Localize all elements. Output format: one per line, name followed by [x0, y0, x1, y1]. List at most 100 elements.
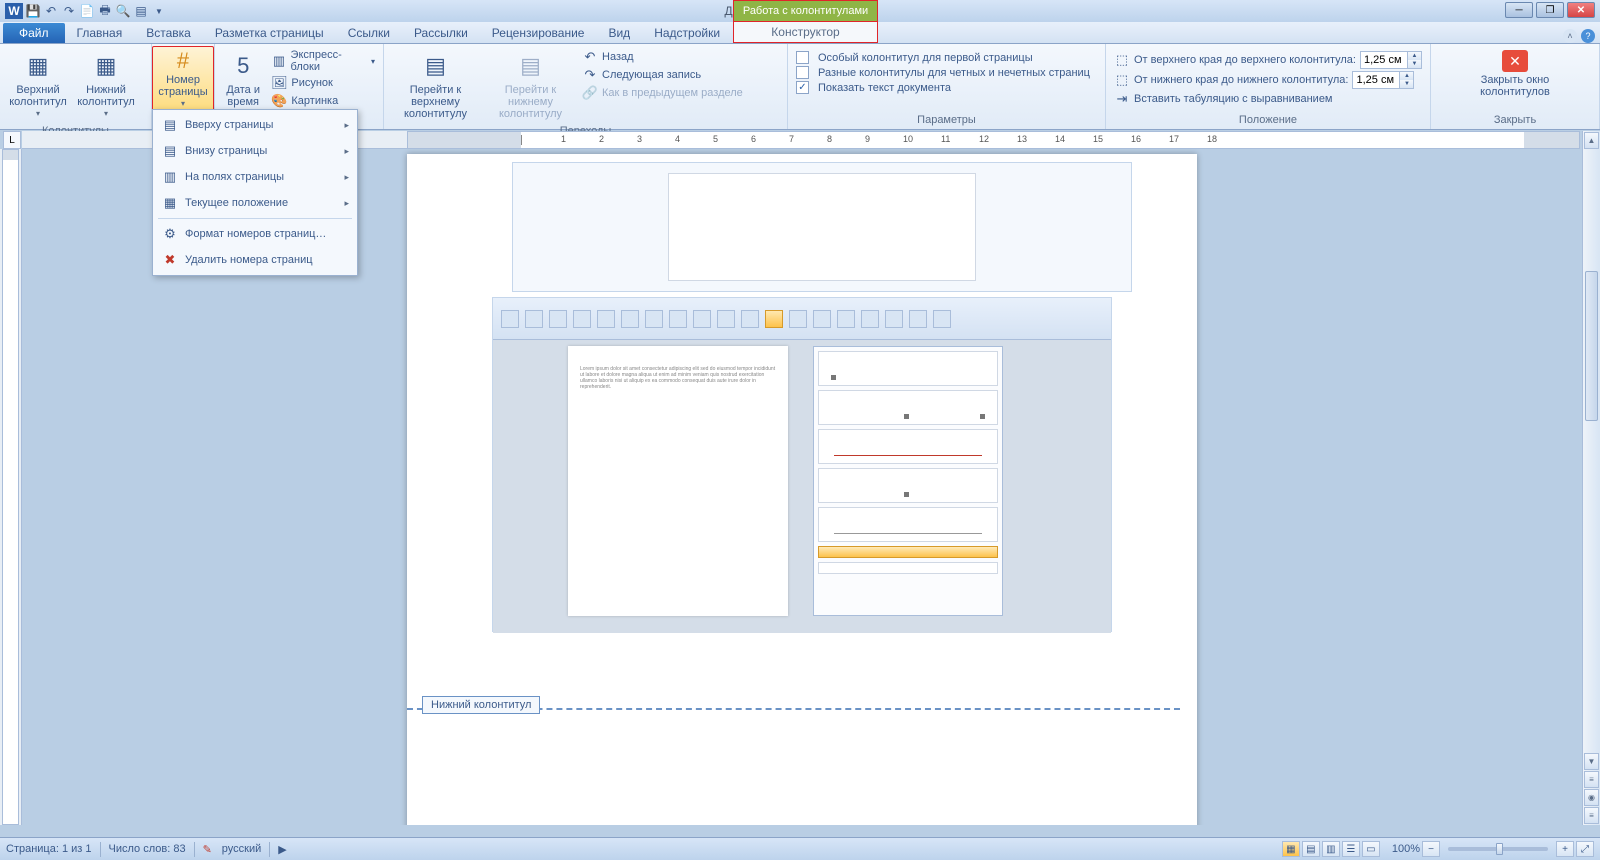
goto-footer-icon: ▤ — [515, 50, 547, 82]
undo-icon[interactable]: ↶ — [43, 3, 59, 19]
scroll-up-icon[interactable]: ▲ — [1584, 132, 1599, 149]
zoom-out-button[interactable]: − — [1422, 841, 1440, 857]
goto-footer-button[interactable]: ▤ Перейти к нижнему колонтитулу — [483, 48, 578, 122]
macro-icon[interactable]: ▶ — [278, 843, 286, 856]
menu-bottom-of-page[interactable]: ▤Внизу страницы▸ — [155, 138, 355, 164]
tab-review[interactable]: Рецензирование — [480, 23, 597, 43]
vertical-scrollbar[interactable]: ▲ ▼ ≡ ◉ ≡ — [1582, 131, 1600, 825]
ruler-vertical-area — [0, 149, 22, 825]
tab-layout[interactable]: Разметка страницы — [203, 23, 336, 43]
date-time-icon: 5 — [227, 50, 259, 82]
checkbox-icon — [796, 51, 809, 64]
proofing-icon[interactable]: ✎ — [203, 843, 212, 856]
close-button[interactable]: ✕ — [1567, 2, 1595, 18]
goto-header-button[interactable]: ▤ Перейти к верхнему колонтитулу — [388, 48, 483, 122]
outline-view-button[interactable]: ☰ — [1342, 841, 1360, 857]
page-number-button[interactable]: # Номер страницы ▾ — [152, 46, 214, 113]
next-button[interactable]: ↷Следующая запись — [578, 66, 747, 84]
qat-dropdown-icon[interactable]: ▼ — [151, 3, 167, 19]
tab-references[interactable]: Ссылки — [336, 23, 402, 43]
link-previous-button[interactable]: 🔗Как в предыдущем разделе — [578, 84, 747, 102]
spin-up-icon[interactable]: ▲ — [1408, 52, 1421, 60]
header-zone[interactable] — [407, 154, 1197, 279]
print-layout-view-button[interactable]: ▦ — [1282, 841, 1300, 857]
picture-icon: 🖼 — [271, 75, 287, 91]
help-icon[interactable]: ? — [1581, 29, 1595, 43]
web-layout-view-button[interactable]: ▥ — [1322, 841, 1340, 857]
page-number-icon: # — [167, 49, 199, 72]
tab-mailings[interactable]: Рассылки — [402, 23, 480, 43]
show-document-checkbox[interactable]: ✓Показать текст документа — [792, 80, 1094, 95]
prev-page-icon[interactable]: ≡ — [1584, 771, 1599, 788]
margin-bottom-icon: ⬚ — [1114, 72, 1130, 88]
preview-icon[interactable]: 🔍 — [115, 3, 131, 19]
zoom-slider[interactable] — [1448, 847, 1548, 851]
tab-insert[interactable]: Вставка — [134, 23, 203, 43]
next-page-icon[interactable]: ≡ — [1584, 807, 1599, 824]
menu-format-page-numbers[interactable]: ⚙Формат номеров страниц… — [155, 221, 355, 247]
ruler-vertical[interactable] — [2, 149, 19, 825]
different-odd-even-checkbox[interactable]: Разные колонтитулы для четных и нечетных… — [792, 65, 1094, 80]
minimize-ribbon-icon[interactable]: ˄ — [1563, 29, 1577, 43]
redo-icon[interactable]: ↷ — [61, 3, 77, 19]
quick-print-icon[interactable]: 🖶 — [97, 3, 113, 19]
menu-page-margins[interactable]: ▥На полях страницы▸ — [155, 164, 355, 190]
current-position-icon: ▦ — [161, 194, 179, 212]
header-button[interactable]: ▦ Верхний колонтитул ▾ — [4, 48, 72, 122]
scroll-down-icon[interactable]: ▼ — [1584, 753, 1599, 770]
date-time-button[interactable]: 5 Дата и время — [219, 48, 267, 110]
header-top-spinner[interactable]: ▲▼ — [1360, 51, 1422, 69]
fit-button[interactable]: ⤢ — [1576, 841, 1594, 857]
status-page[interactable]: Страница: 1 из 1 — [6, 843, 92, 855]
status-language[interactable]: русский — [222, 843, 261, 855]
clipart-button[interactable]: 🎨Картинка — [267, 92, 379, 110]
insert-alignment-tab-button[interactable]: ⇥Вставить табуляцию с выравниванием — [1110, 90, 1426, 108]
quick-parts-icon: ▥ — [271, 53, 286, 69]
ruler-horizontal[interactable]: 123456789101112131415161718 — [407, 131, 1580, 149]
picture-button[interactable]: 🖼Рисунок — [267, 74, 379, 92]
spin-up-icon[interactable]: ▲ — [1400, 72, 1413, 80]
maximize-button[interactable]: ❐ — [1536, 2, 1564, 18]
tab-view[interactable]: Вид — [596, 23, 642, 43]
status-word-count[interactable]: Число слов: 83 — [109, 843, 186, 855]
close-header-footer-button[interactable]: ✕ Закрыть окно колонтитулов — [1473, 48, 1558, 100]
full-screen-view-button[interactable]: ▤ — [1302, 841, 1320, 857]
menu-remove-page-numbers[interactable]: ✖Удалить номера страниц — [155, 247, 355, 273]
group-options: Особый колонтитул для первой страницы Ра… — [788, 44, 1106, 129]
draft-view-button[interactable]: ▭ — [1362, 841, 1380, 857]
tab-home[interactable]: Главная — [65, 23, 135, 43]
footer-zone-tag[interactable]: Нижний колонтитул — [422, 696, 540, 714]
spin-down-icon[interactable]: ▼ — [1408, 60, 1421, 68]
different-first-checkbox[interactable]: Особый колонтитул для первой страницы — [792, 50, 1094, 65]
zoom-level[interactable]: 100% — [1392, 843, 1420, 855]
remove-icon: ✖ — [161, 251, 179, 269]
new-icon[interactable]: ▤ — [133, 3, 149, 19]
ribbon-tabs: Файл Главная Вставка Разметка страницы С… — [0, 22, 1600, 44]
footer-button[interactable]: ▦ Нижний колонтитул ▾ — [72, 48, 140, 122]
footer-bottom-spinner[interactable]: ▲▼ — [1352, 71, 1414, 89]
print-preview-icon[interactable]: 📄 — [79, 3, 95, 19]
tab-stop-selector[interactable]: L — [3, 131, 21, 149]
quick-parts-button[interactable]: ▥Экспресс-блоки ▾ — [267, 48, 379, 74]
save-icon[interactable]: 💾 — [25, 3, 41, 19]
group-position: ⬚От верхнего края до верхнего колонтитул… — [1106, 44, 1431, 129]
tab-file[interactable]: Файл — [3, 23, 65, 43]
zoom-in-button[interactable]: + — [1556, 841, 1574, 857]
margin-top-icon: ⬚ — [1114, 52, 1130, 68]
date-time-label: Дата и время — [225, 84, 261, 108]
tab-designer[interactable]: Конструктор — [733, 22, 878, 43]
word-icon[interactable]: W — [5, 3, 23, 19]
footer-label: Нижний колонтитул — [77, 84, 135, 108]
previous-button[interactable]: ↶Назад — [578, 48, 747, 66]
chevron-down-icon: ▾ — [104, 108, 108, 120]
previous-icon: ↶ — [582, 49, 598, 65]
menu-top-of-page[interactable]: ▤Вверху страницы▸ — [155, 112, 355, 138]
scroll-thumb[interactable] — [1585, 271, 1598, 421]
browse-object-icon[interactable]: ◉ — [1584, 789, 1599, 806]
group-label: Параметры — [790, 113, 1103, 127]
context-tab-header: Работа с колонтитулами — [733, 0, 878, 22]
spin-down-icon[interactable]: ▼ — [1400, 80, 1413, 88]
menu-current-position[interactable]: ▦Текущее положение▸ — [155, 190, 355, 216]
minimize-button[interactable]: ─ — [1505, 2, 1533, 18]
tab-addins[interactable]: Надстройки — [642, 23, 732, 43]
